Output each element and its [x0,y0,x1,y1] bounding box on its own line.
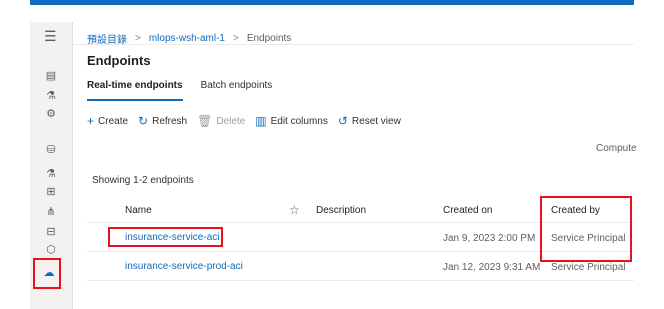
column-header-created-on[interactable]: Created on [443,205,492,216]
reset-view-label: Reset view [351,115,401,127]
components-icon[interactable]: ⊞ [40,182,62,200]
created-by-highlight [540,196,632,262]
edit-columns-button[interactable]: ▥ Edit columns [255,114,328,128]
reset-icon: ↺ [337,114,348,128]
created-by-cell: Service Principal [551,262,626,273]
tab-bar: Real-time endpoints Batch endpoints [87,80,273,101]
tab-real-time-endpoints[interactable]: Real-time endpoints [87,80,183,101]
data-icon[interactable]: ⛁ [40,140,62,158]
notebook-icon[interactable]: ▤ [40,66,62,84]
results-count: Showing 1-2 endpoints [92,175,194,186]
header-divider [72,44,634,45]
toolbar: + Create ↻ Refresh 🗑 Delete ▥ Edit colum… [87,114,401,128]
environments-icon[interactable]: ⊟ [40,222,62,240]
breadcrumb-current: Endpoints [246,33,292,44]
page-title: Endpoints [87,53,151,68]
star-icon[interactable]: ☆ [289,203,300,217]
refresh-icon: ↻ [138,114,149,128]
breadcrumb-separator: > [232,33,239,44]
jobs-icon[interactable]: ⚗ [40,164,62,182]
refresh-button[interactable]: ↻ Refresh [138,114,187,128]
created-on-cell: Jan 9, 2023 2:00 PM [443,233,536,244]
top-accent-bar [30,0,634,5]
columns-icon: ▥ [255,114,267,128]
breadcrumb-separator: > [135,33,141,44]
create-label: Create [98,115,129,127]
table-row-divider [87,280,634,281]
reset-view-button[interactable]: ↺ Reset view [338,114,401,128]
tab-batch-endpoints[interactable]: Batch endpoints [201,80,273,97]
created-on-cell: Jan 12, 2023 9:31 AM [443,262,541,273]
hamburger-icon[interactable]: ☰ [44,28,57,45]
compute-filter-label[interactable]: Compute [596,143,637,154]
endpoints-nav-highlight [33,258,61,289]
trash-icon: 🗑 [197,114,213,128]
pipelines-icon[interactable]: ⋔ [40,202,62,220]
breadcrumb-workspace[interactable]: mlops-wsh-aml-1 [149,33,225,44]
endpoint-link[interactable]: insurance-service-prod-aci [125,261,243,272]
column-header-description[interactable]: Description [316,205,366,216]
delete-label: Delete [216,115,246,127]
plus-icon: + [87,114,95,128]
endpoint-name-highlight [108,227,223,247]
automl-icon[interactable]: ⚗ [40,86,62,104]
refresh-label: Refresh [152,115,188,127]
edit-columns-label: Edit columns [270,115,328,127]
create-button[interactable]: + Create [87,114,128,128]
delete-button[interactable]: 🗑 Delete [197,114,245,128]
models-icon[interactable]: ⬡ [40,240,62,258]
column-header-name[interactable]: Name [125,205,152,216]
designer-icon[interactable]: ⚙ [40,104,62,122]
